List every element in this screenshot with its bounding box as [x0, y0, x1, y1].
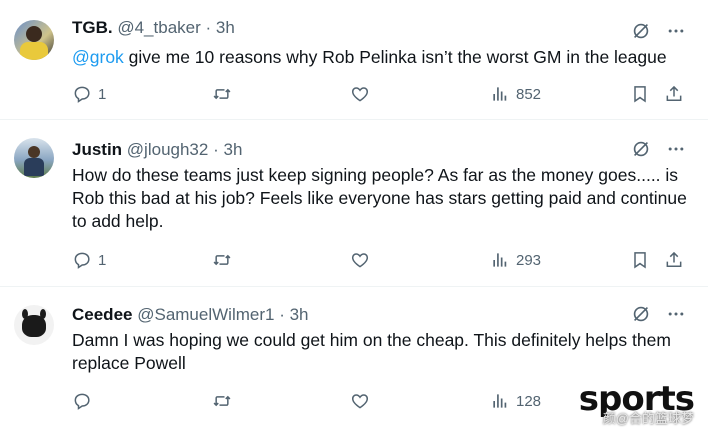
like-button[interactable] [350, 84, 376, 104]
views-button[interactable]: 128 [490, 391, 541, 411]
timestamp[interactable]: 3h [290, 305, 309, 324]
separator: · [205, 18, 212, 37]
view-count: 293 [516, 251, 542, 269]
retweet-icon [212, 84, 232, 104]
watermark-caption: 颜@合的篮球梦 [602, 411, 694, 426]
grok-icon[interactable] [630, 20, 652, 42]
share-button[interactable] [664, 250, 684, 270]
more-icon[interactable] [666, 139, 686, 159]
tweet-text: @grok give me 10 reasons why Rob Pelinka… [72, 46, 692, 69]
tweet-text: How do these teams just keep signing peo… [72, 165, 687, 231]
tweet[interactable]: TGB. @4_tbaker · 3h @grok give me 10 rea… [0, 0, 708, 120]
display-name[interactable]: Justin [72, 140, 122, 159]
reply-icon [72, 391, 92, 411]
bookmark-button[interactable] [630, 84, 650, 104]
separator: · [213, 140, 219, 159]
view-count: 128 [516, 392, 542, 410]
like-button[interactable] [350, 250, 376, 270]
views-icon [490, 391, 510, 411]
share-icon [664, 84, 684, 104]
display-name[interactable]: Ceedee [72, 305, 132, 324]
display-name[interactable]: TGB. [72, 18, 113, 37]
tweet-header: Ceedee @SamuelWilmer1 · 3h [72, 305, 309, 325]
tweet-body: give me 10 reasons why Rob Pelinka isn’t… [123, 47, 667, 67]
bookmark-icon [630, 84, 650, 104]
timestamp[interactable]: 3h [223, 140, 242, 159]
like-button[interactable] [350, 391, 376, 411]
user-handle[interactable]: @SamuelWilmer1 [137, 305, 274, 324]
heart-icon [350, 84, 370, 104]
tweet-header: Justin @jlough32 · 3h [72, 140, 242, 160]
more-icon[interactable] [666, 21, 686, 41]
action-bar: 1 293 [72, 250, 694, 274]
retweet-button[interactable] [212, 250, 238, 270]
heart-icon [350, 250, 370, 270]
reply-button[interactable]: 1 [72, 250, 106, 270]
avatar[interactable] [14, 138, 54, 178]
reply-button[interactable]: 1 [72, 84, 106, 104]
timestamp[interactable]: 3h [216, 18, 235, 37]
bookmark-icon [630, 250, 650, 270]
share-button[interactable] [664, 84, 684, 104]
reply-icon [72, 250, 92, 270]
tweet[interactable]: Justin @jlough32 · 3h How do these teams… [0, 120, 708, 287]
tweet-text: Damn I was hoping we could get him on th… [72, 330, 671, 373]
tweet-header: TGB. @4_tbaker · 3h [72, 18, 235, 38]
more-icon[interactable] [666, 304, 686, 324]
reply-count: 1 [98, 85, 107, 103]
views-icon [490, 84, 510, 104]
retweet-icon [212, 250, 232, 270]
avatar[interactable] [14, 305, 54, 345]
share-icon [664, 250, 684, 270]
grok-icon[interactable] [630, 138, 652, 160]
reply-icon [72, 84, 92, 104]
action-bar: 1 852 [72, 84, 694, 108]
retweet-button[interactable] [212, 84, 238, 104]
bookmark-button[interactable] [630, 250, 650, 270]
heart-icon [350, 391, 370, 411]
reply-button[interactable] [72, 391, 98, 411]
avatar[interactable] [14, 20, 54, 60]
views-button[interactable]: 852 [490, 84, 541, 104]
reply-count: 1 [98, 251, 107, 269]
grok-icon[interactable] [630, 303, 652, 325]
separator: · [279, 305, 285, 324]
views-button[interactable]: 293 [490, 250, 541, 270]
views-icon [490, 250, 510, 270]
tweet-top-icons [630, 303, 686, 325]
retweet-button[interactable] [212, 391, 238, 411]
mention-link[interactable]: @grok [72, 47, 124, 67]
retweet-icon [212, 391, 232, 411]
view-count: 852 [516, 85, 542, 103]
user-handle[interactable]: @jlough32 [127, 140, 209, 159]
user-handle[interactable]: @4_tbaker [117, 18, 200, 37]
tweet-top-icons [630, 20, 686, 42]
tweet-top-icons [630, 138, 686, 160]
